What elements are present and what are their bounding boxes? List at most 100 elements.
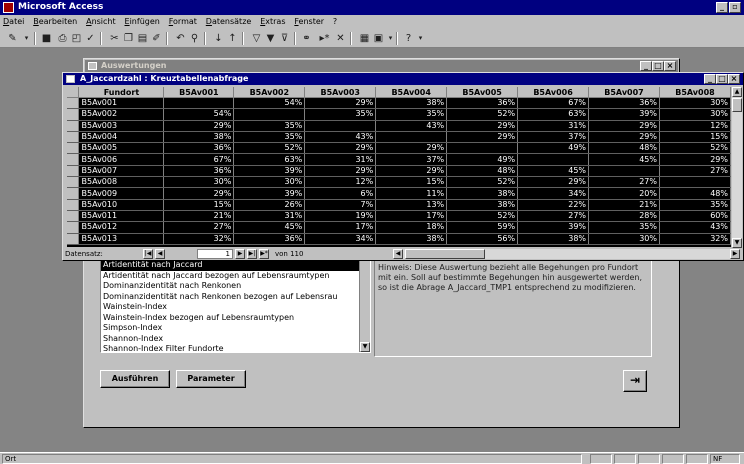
list-item[interactable]: Shannon-Index	[101, 334, 370, 345]
list-item[interactable]: Shannon-Index Filter Fundorte	[101, 344, 370, 355]
fundort-cell[interactable]: B5Av005	[78, 142, 165, 155]
jaccard-cell[interactable]: 34%	[304, 233, 377, 245]
jaccard-cell[interactable]: 29%	[659, 153, 731, 166]
paste-icon[interactable]: ▤	[136, 32, 149, 45]
jaccard-cell[interactable]: 6%	[304, 187, 377, 200]
jaccard-cell[interactable]: 29%	[446, 131, 519, 144]
filter-form-icon[interactable]: ▼	[264, 32, 277, 45]
jaccard-cell[interactable]: 34%	[517, 187, 590, 200]
jaccard-cell[interactable]: 39%	[588, 108, 660, 121]
table-row[interactable]: B5Av013 32% 36% 34% 38% 56% 38% 30% 32%	[67, 233, 731, 245]
jaccard-cell[interactable]: 31%	[517, 120, 590, 132]
jaccard-cell[interactable]: 39%	[233, 187, 306, 200]
fundort-cell[interactable]: B5Av009	[78, 187, 165, 200]
jaccard-cell[interactable]: 15%	[375, 176, 448, 189]
jaccard-cell[interactable]	[163, 97, 235, 110]
fundort-cell[interactable]: B5Av010	[78, 199, 165, 211]
table-row[interactable]: B5Av006 67% 63% 31% 37% 49% 45% 29%	[67, 153, 731, 166]
jaccard-cell[interactable]: 52%	[446, 210, 519, 223]
filter-selection-icon[interactable]: ▽	[250, 32, 263, 45]
jaccard-cell[interactable]: 45%	[517, 165, 590, 178]
row-selector[interactable]	[67, 233, 80, 245]
first-record-icon[interactable]: |◀	[143, 249, 153, 259]
menu-datensaetze[interactable]: Datensätze	[203, 15, 255, 26]
jaccard-cell[interactable]	[659, 176, 731, 189]
fundort-cell[interactable]: B5Av006	[78, 153, 165, 166]
jaccard-cell[interactable]: 21%	[163, 210, 235, 223]
restore-app-button[interactable]: ▫	[729, 2, 741, 13]
run-button[interactable]: Ausführen	[100, 370, 170, 388]
spelling-icon[interactable]: ✓	[84, 32, 97, 45]
jaccard-cell[interactable]: 63%	[517, 108, 590, 121]
jaccard-cell[interactable]: 31%	[233, 210, 306, 223]
database-window-icon[interactable]: ▦	[358, 32, 371, 45]
jaccard-cell[interactable]: 63%	[233, 153, 306, 166]
table-row[interactable]: B5Av011 21% 31% 19% 17% 52% 27% 28% 60%	[67, 210, 731, 223]
jaccard-cell[interactable]: 30%	[659, 97, 731, 110]
jaccard-cell[interactable]: 29%	[304, 165, 377, 178]
column-header[interactable]: B5Av005	[446, 87, 519, 98]
jaccard-cell[interactable]: 35%	[588, 221, 660, 234]
column-header[interactable]: B5Av008	[659, 87, 731, 98]
help-dropdown-icon[interactable]: ▾	[414, 32, 427, 45]
cut-icon[interactable]: ✂	[108, 32, 121, 45]
delete-record-icon[interactable]: ✕	[334, 32, 347, 45]
table-row[interactable]: B5Av009 29% 39% 6% 11% 38% 34% 20% 48%	[67, 187, 731, 200]
jaccard-cell[interactable]: 11%	[375, 187, 448, 200]
print-preview-icon[interactable]: ◰	[70, 32, 83, 45]
jaccard-cell[interactable]: 39%	[517, 221, 590, 234]
jaccard-cell[interactable]: 30%	[163, 176, 235, 189]
menu-extras[interactable]: Extras	[257, 15, 288, 26]
jaccard-cell[interactable]: 29%	[304, 142, 377, 155]
jaccard-cell[interactable]: 30%	[233, 176, 306, 189]
jaccard-cell[interactable]	[375, 131, 448, 144]
jaccard-cell[interactable]: 26%	[233, 199, 306, 211]
jaccard-cell[interactable]: 17%	[304, 221, 377, 234]
jaccard-cell[interactable]: 35%	[375, 108, 448, 121]
list-item[interactable]: Artidentität nach Jaccard	[101, 260, 370, 271]
hyperlink-icon[interactable]: ⚲	[188, 32, 201, 45]
jaccard-cell[interactable]: 29%	[375, 165, 448, 178]
jaccard-cell[interactable]: 35%	[659, 199, 731, 211]
exit-button[interactable]: ⇥	[623, 370, 647, 392]
menu-bearbeiten[interactable]: Bearbeiten	[30, 15, 80, 26]
list-scrollbar[interactable]: ▼	[359, 260, 370, 352]
jaccard-cell[interactable]: 30%	[659, 108, 731, 121]
table-row[interactable]: B5Av012 27% 45% 17% 18% 59% 39% 35% 43%	[67, 221, 731, 234]
vertical-scrollbar[interactable]: ▲ ▼	[732, 87, 742, 248]
minimize-app-button[interactable]: _	[716, 2, 728, 13]
query-maximize-button[interactable]: □	[716, 74, 728, 84]
jaccard-cell[interactable]: 15%	[163, 199, 235, 211]
column-header[interactable]: B5Av002	[233, 87, 306, 98]
fundort-cell[interactable]: B5Av003	[78, 120, 165, 132]
jaccard-cell[interactable]: 48%	[588, 142, 660, 155]
jaccard-cell[interactable]: 19%	[304, 210, 377, 223]
column-header[interactable]: B5Av003	[304, 87, 377, 98]
print-icon[interactable]: ⎙	[56, 32, 69, 45]
row-selector[interactable]	[67, 210, 80, 223]
jaccard-cell[interactable]: 45%	[588, 153, 660, 166]
jaccard-cell[interactable]: 54%	[163, 108, 235, 121]
jaccard-cell[interactable]	[233, 108, 306, 121]
list-item[interactable]: Dominanzidentität nach Renkonen	[101, 281, 370, 292]
row-selector[interactable]	[67, 142, 80, 155]
table-row[interactable]: B5Av005 36% 52% 29% 29% 49% 48% 52%	[67, 142, 731, 155]
row-selector[interactable]	[67, 187, 80, 200]
jaccard-cell[interactable]: 36%	[163, 165, 235, 178]
jaccard-cell[interactable]: 56%	[446, 233, 519, 245]
jaccard-cell[interactable]: 49%	[446, 153, 519, 166]
column-header[interactable]: B5Av007	[588, 87, 660, 98]
table-row[interactable]: B5Av001 54% 29% 38% 36% 67% 36% 30%	[67, 97, 731, 110]
parameter-button[interactable]: Parameter	[176, 370, 246, 388]
jaccard-cell[interactable]: 32%	[659, 233, 731, 245]
list-item[interactable]: Artidentität nach Jaccard bezogen auf Le…	[101, 271, 370, 282]
jaccard-cell[interactable]: 36%	[233, 233, 306, 245]
jaccard-cell[interactable]: 49%	[517, 142, 590, 155]
jaccard-cell[interactable]: 39%	[233, 165, 306, 178]
jaccard-cell[interactable]: 15%	[659, 131, 731, 144]
fundort-cell[interactable]: B5Av012	[78, 221, 165, 234]
jaccard-cell[interactable]: 38%	[163, 131, 235, 144]
jaccard-cell[interactable]	[517, 153, 590, 166]
jaccard-cell[interactable]: 59%	[446, 221, 519, 234]
jaccard-cell[interactable]: 29%	[588, 131, 660, 144]
